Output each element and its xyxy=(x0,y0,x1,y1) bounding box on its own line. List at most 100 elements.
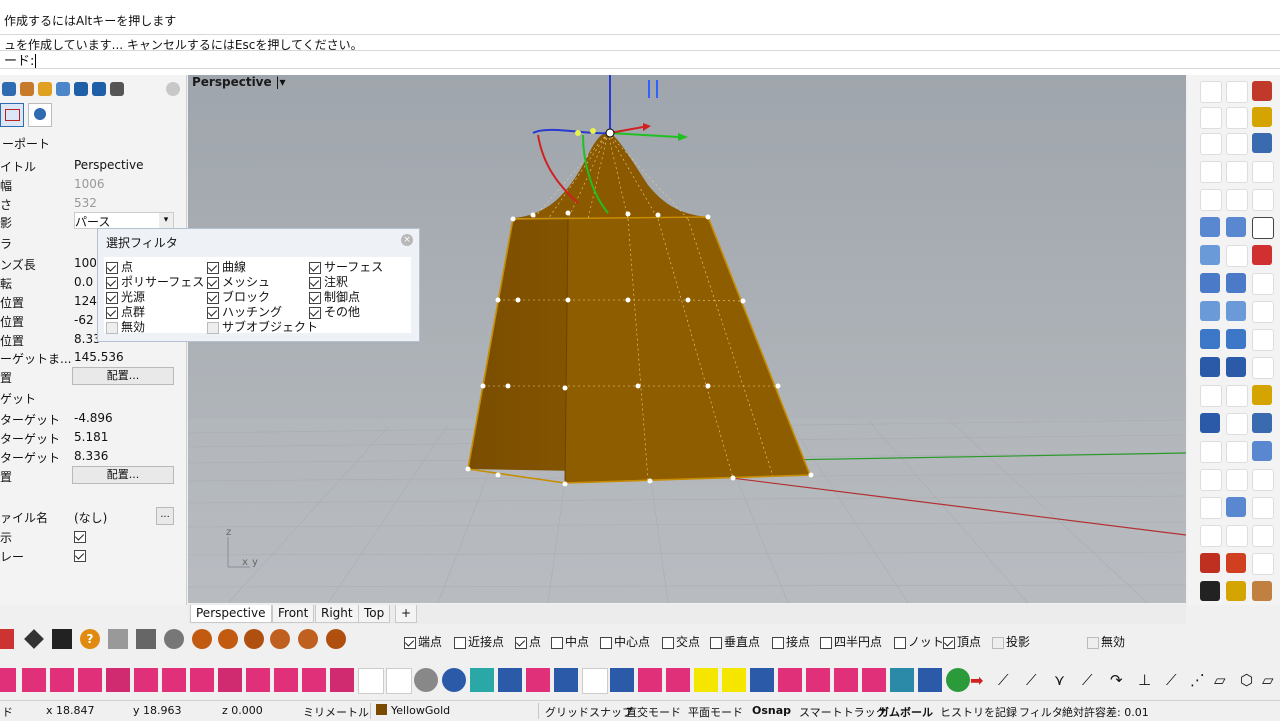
box-icon[interactable] xyxy=(1226,329,1246,349)
tool-icon-30[interactable] xyxy=(806,668,830,692)
revolve-icon[interactable] xyxy=(1200,245,1220,265)
status-layer[interactable]: YellowGold xyxy=(376,704,450,717)
tool-icon-29[interactable] xyxy=(778,668,802,692)
polygon-icon[interactable] xyxy=(1226,189,1248,211)
tool-icon-4[interactable] xyxy=(78,668,102,692)
sphere-orange6-icon[interactable] xyxy=(326,629,346,649)
text-icon[interactable] xyxy=(1200,413,1220,433)
curve-icon[interactable] xyxy=(1226,107,1248,129)
tool-icon-10[interactable] xyxy=(246,668,270,692)
tool-icon-7[interactable] xyxy=(162,668,186,692)
grid-icon[interactable] xyxy=(1252,217,1274,239)
bend-icon[interactable] xyxy=(1252,525,1274,547)
move-icon[interactable] xyxy=(1200,385,1222,407)
help-icon[interactable]: ? xyxy=(80,629,100,649)
osnap-intersection[interactable]: 交点 xyxy=(662,633,700,650)
tab-top[interactable]: Top xyxy=(358,605,391,623)
render-icon[interactable] xyxy=(1252,133,1272,153)
freeform-icon[interactable] xyxy=(1226,161,1248,183)
notes-tab-icon[interactable] xyxy=(92,82,106,96)
material-tab-icon[interactable] xyxy=(20,82,34,96)
status-grid-snap[interactable]: グリッドスナップ xyxy=(545,704,633,720)
settings-icon[interactable] xyxy=(1252,107,1272,127)
shape-icon[interactable]: ▱ xyxy=(1262,671,1274,689)
rectangle-icon[interactable] xyxy=(1200,189,1222,211)
osnap-near[interactable]: 近接点 xyxy=(454,633,504,650)
tool-icon-17[interactable] xyxy=(442,668,466,692)
layout-icon[interactable] xyxy=(1252,161,1274,183)
dotted-line-icon[interactable]: ⋰ xyxy=(1190,671,1205,689)
sphere-orange3-icon[interactable] xyxy=(244,629,264,649)
osnap-perpendicular[interactable]: 垂直点 xyxy=(710,633,760,650)
tool-icon-23[interactable] xyxy=(610,668,634,692)
cylinder-icon[interactable] xyxy=(1200,329,1220,349)
offset-icon[interactable] xyxy=(1226,245,1248,267)
osnap-endpoint[interactable]: 端点 xyxy=(404,633,442,650)
tool-icon-27[interactable] xyxy=(722,668,746,692)
status-gumball[interactable]: ガムボール xyxy=(878,704,933,720)
camera-place-button[interactable]: 配置... xyxy=(72,367,174,385)
pipe-icon[interactable] xyxy=(1252,497,1274,519)
osnap-knot[interactable]: ノット xyxy=(894,633,944,650)
osnap-center[interactable]: 中心点 xyxy=(600,633,650,650)
projection-select[interactable]: パース ▾ xyxy=(74,212,174,229)
osnap-disable[interactable]: 無効 xyxy=(1087,633,1125,650)
osnap-midpoint[interactable]: 中点 xyxy=(551,633,589,650)
filter-item-subobject[interactable]: サブオブジェクト xyxy=(207,318,318,335)
tool-icon-11[interactable] xyxy=(274,668,298,692)
patch-icon[interactable] xyxy=(1200,301,1220,321)
gear-icon[interactable] xyxy=(166,82,180,96)
toolbar-icon-a[interactable] xyxy=(0,629,14,649)
status-planar[interactable]: 平面モード xyxy=(688,704,743,720)
properties-tab-icon[interactable] xyxy=(2,82,16,96)
camera-icon[interactable] xyxy=(1252,189,1274,211)
tag-icon[interactable] xyxy=(1226,581,1246,601)
status-osnap[interactable]: Osnap xyxy=(752,704,791,717)
tool-icon-32[interactable] xyxy=(862,668,886,692)
tool-icon-25[interactable] xyxy=(666,668,690,692)
pyramid-icon[interactable] xyxy=(1252,385,1272,405)
sphere-orange2-icon[interactable] xyxy=(218,629,238,649)
close-icon[interactable]: × xyxy=(401,234,413,246)
network-icon[interactable] xyxy=(1252,273,1274,295)
cube-icon[interactable] xyxy=(1200,357,1220,377)
mirror-icon[interactable] xyxy=(1226,413,1248,435)
polyline-icon[interactable] xyxy=(1226,81,1248,103)
sweep-icon[interactable] xyxy=(1226,273,1246,293)
tool-icon-3[interactable] xyxy=(50,668,74,692)
tool-icon-12[interactable] xyxy=(302,668,326,692)
segment-icon[interactable]: ⟋ xyxy=(1082,671,1093,689)
chevron-down-icon[interactable]: |▾ xyxy=(275,75,285,89)
extend-icon[interactable]: ⟋ xyxy=(998,671,1009,689)
point-icon[interactable] xyxy=(1200,81,1222,103)
status-ortho[interactable]: 直交モード xyxy=(626,704,681,720)
tool-icon-33[interactable] xyxy=(890,668,914,692)
arc-icon[interactable] xyxy=(1200,161,1222,183)
viewport-title[interactable]: Perspective |▾ xyxy=(192,75,286,89)
sphere-orange4-icon[interactable] xyxy=(270,629,290,649)
circle-icon[interactable] xyxy=(1200,133,1222,155)
layer-icon[interactable] xyxy=(1226,553,1246,573)
brush-icon[interactable] xyxy=(1252,581,1272,601)
show-checkbox[interactable] xyxy=(74,530,86,543)
hook-icon[interactable] xyxy=(1252,553,1274,575)
slash-icon[interactable]: ⟋ xyxy=(1166,671,1177,689)
material-icon[interactable] xyxy=(1200,553,1220,573)
scale-icon[interactable] xyxy=(1252,357,1274,379)
tab-perspective[interactable]: Perspective xyxy=(190,605,272,623)
group-icon[interactable] xyxy=(1200,525,1222,547)
tool-icon-15[interactable] xyxy=(386,668,412,694)
display-tab-icon[interactable] xyxy=(56,82,70,96)
extrude-icon[interactable] xyxy=(1226,217,1246,237)
folder-tab-icon[interactable] xyxy=(38,82,52,96)
tool-icon-21[interactable] xyxy=(554,668,578,692)
tool-icon-14[interactable] xyxy=(358,668,384,694)
fillet-icon[interactable] xyxy=(1226,469,1248,491)
tool-icon-34[interactable] xyxy=(918,668,942,692)
dimension-icon[interactable] xyxy=(1200,441,1222,463)
loft-icon[interactable] xyxy=(1200,273,1220,293)
gray-checkbox[interactable] xyxy=(74,549,86,562)
rectangle-select-icon[interactable] xyxy=(1200,107,1222,129)
blend-icon[interactable] xyxy=(1226,301,1246,321)
sphere-gray-icon[interactable] xyxy=(164,629,184,649)
